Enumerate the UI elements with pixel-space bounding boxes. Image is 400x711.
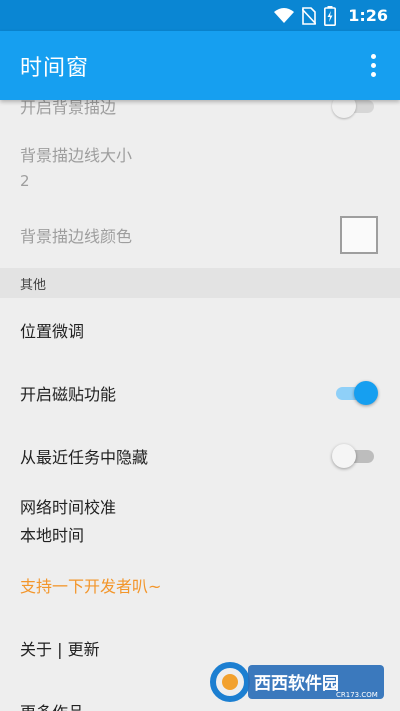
app-title: 时间窗 (20, 55, 90, 81)
section-header-other: 其他 (0, 268, 400, 298)
settings-list[interactable]: 开启背景描边 背景描边线大小 2 背景描边线颜色 其他 位置微调 开启磁贴功能 (0, 100, 400, 711)
more-works-title: 更多作品 (20, 699, 84, 711)
more-vert-icon[interactable] (363, 48, 384, 83)
snap-row[interactable]: 开启磁贴功能 (0, 361, 400, 424)
battery-charging-icon (324, 5, 337, 26)
snap-title: 开启磁贴功能 (20, 384, 117, 404)
net-time-title: 网络时间校准 (20, 498, 117, 517)
border-width-value: 2 (20, 172, 30, 190)
border-toggle-switch[interactable] (332, 100, 378, 118)
hide-recents-switch[interactable] (332, 443, 378, 468)
border-color-title: 背景描边线颜色 (20, 227, 133, 246)
no-sim-icon (302, 6, 317, 25)
svg-text:CR173.COM: CR173.COM (336, 691, 378, 699)
fine-tune-row[interactable]: 位置微调 (0, 298, 400, 361)
svg-text:西西软件园: 西西软件园 (254, 673, 339, 694)
border-width-row[interactable]: 背景描边线大小 2 (0, 130, 400, 202)
fine-tune-title: 位置微调 (20, 321, 85, 341)
screen: 1:26 时间窗 开启背景描边 背景描边线大小 2 背景描边线颜色 其他 位置微… (0, 0, 400, 711)
border-color-swatch[interactable] (340, 216, 378, 254)
wifi-icon (274, 7, 295, 24)
snap-switch[interactable] (332, 380, 378, 405)
about-title: 关于 | 更新 (20, 639, 100, 659)
hide-recents-title: 从最近任务中隐藏 (20, 447, 149, 467)
border-width-title: 背景描边线大小 (20, 146, 133, 165)
border-color-row[interactable]: 背景描边线颜色 (0, 202, 400, 268)
border-toggle-title: 开启背景描边 (20, 100, 117, 117)
support-row[interactable]: 支持一下开发者叭~ (0, 553, 400, 616)
hide-recents-row[interactable]: 从最近任务中隐藏 (0, 424, 400, 487)
border-toggle-row[interactable]: 开启背景描边 (0, 100, 400, 130)
net-time-value: 本地时间 (20, 526, 85, 545)
app-bar: 时间窗 (0, 31, 400, 100)
status-bar: 1:26 (0, 0, 400, 31)
watermark-logo: 西西软件园 CR173.COM (210, 662, 384, 702)
net-time-row[interactable]: 网络时间校准 本地时间 (0, 487, 400, 553)
support-title: 支持一下开发者叭~ (20, 576, 162, 596)
status-time: 1:26 (348, 6, 388, 25)
